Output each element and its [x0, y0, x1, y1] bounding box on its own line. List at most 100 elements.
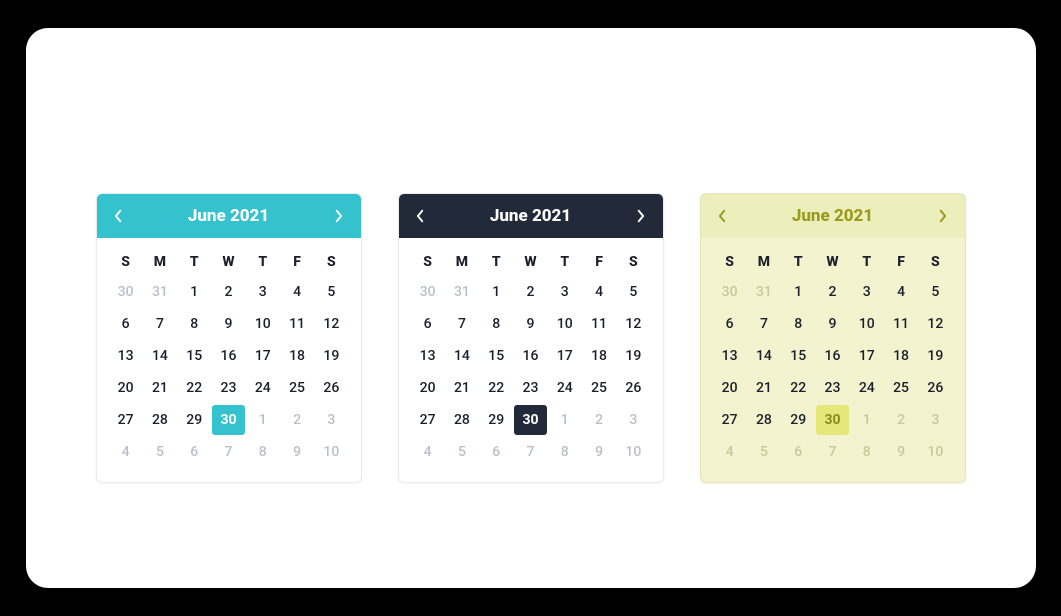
day-cell[interactable]: 1	[549, 405, 581, 435]
day-cell[interactable]: 23	[816, 373, 848, 403]
day-cell[interactable]: 16	[816, 341, 848, 371]
day-cell[interactable]: 14	[144, 341, 176, 371]
day-cell[interactable]: 10	[247, 309, 279, 339]
day-cell[interactable]: 8	[782, 309, 814, 339]
day-cell[interactable]: 25	[885, 373, 917, 403]
day-cell[interactable]: 12	[617, 309, 649, 339]
day-cell[interactable]: 6	[412, 309, 444, 339]
day-cell[interactable]: 2	[583, 405, 615, 435]
day-cell[interactable]: 21	[748, 373, 780, 403]
day-cell[interactable]: 13	[412, 341, 444, 371]
day-cell[interactable]: 17	[247, 341, 279, 371]
prev-month-button[interactable]	[715, 208, 731, 224]
day-cell[interactable]: 9	[816, 309, 848, 339]
day-cell[interactable]: 11	[885, 309, 917, 339]
day-cell[interactable]: 4	[714, 437, 746, 467]
day-cell[interactable]: 13	[714, 341, 746, 371]
day-cell[interactable]: 1	[782, 277, 814, 307]
day-cell[interactable]: 8	[549, 437, 581, 467]
day-cell[interactable]: 15	[782, 341, 814, 371]
next-month-button[interactable]	[330, 208, 346, 224]
day-cell[interactable]: 7	[446, 309, 478, 339]
day-cell[interactable]: 3	[247, 277, 279, 307]
day-cell[interactable]: 5	[446, 437, 478, 467]
day-cell[interactable]: 27	[714, 405, 746, 435]
day-cell[interactable]: 31	[748, 277, 780, 307]
day-cell[interactable]: 9	[583, 437, 615, 467]
day-cell[interactable]: 6	[480, 437, 512, 467]
day-cell[interactable]: 13	[110, 341, 142, 371]
day-cell[interactable]: 10	[549, 309, 581, 339]
day-cell[interactable]: 30	[412, 277, 444, 307]
day-cell[interactable]: 2	[885, 405, 917, 435]
day-cell[interactable]: 6	[714, 309, 746, 339]
day-cell[interactable]: 7	[144, 309, 176, 339]
day-cell[interactable]: 16	[212, 341, 244, 371]
day-cell[interactable]: 17	[549, 341, 581, 371]
day-cell[interactable]: 4	[583, 277, 615, 307]
day-cell[interactable]: 3	[617, 405, 649, 435]
day-cell[interactable]: 29	[782, 405, 814, 435]
day-cell[interactable]: 4	[412, 437, 444, 467]
day-cell[interactable]: 29	[178, 405, 210, 435]
day-cell[interactable]: 1	[178, 277, 210, 307]
day-cell[interactable]: 30	[110, 277, 142, 307]
day-cell[interactable]: 9	[281, 437, 313, 467]
day-cell[interactable]: 24	[247, 373, 279, 403]
day-cell[interactable]: 7	[816, 437, 848, 467]
day-cell[interactable]: 17	[851, 341, 883, 371]
day-cell[interactable]: 8	[247, 437, 279, 467]
day-cell[interactable]: 10	[315, 437, 347, 467]
day-cell[interactable]: 12	[919, 309, 951, 339]
day-cell[interactable]: 25	[281, 373, 313, 403]
day-cell[interactable]: 19	[315, 341, 347, 371]
day-cell[interactable]: 2	[816, 277, 848, 307]
day-cell[interactable]: 28	[748, 405, 780, 435]
next-month-button[interactable]	[934, 208, 950, 224]
day-cell[interactable]: 22	[178, 373, 210, 403]
prev-month-button[interactable]	[111, 208, 127, 224]
day-cell[interactable]: 14	[748, 341, 780, 371]
day-cell[interactable]: 2	[281, 405, 313, 435]
day-cell[interactable]: 1	[480, 277, 512, 307]
day-cell[interactable]: 20	[714, 373, 746, 403]
day-cell[interactable]: 22	[782, 373, 814, 403]
day-cell[interactable]: 4	[281, 277, 313, 307]
day-cell[interactable]: 21	[144, 373, 176, 403]
day-cell[interactable]: 23	[514, 373, 546, 403]
prev-month-button[interactable]	[413, 208, 429, 224]
day-cell[interactable]: 31	[144, 277, 176, 307]
day-cell[interactable]: 19	[919, 341, 951, 371]
day-cell[interactable]: 5	[748, 437, 780, 467]
day-cell[interactable]: 3	[919, 405, 951, 435]
day-cell[interactable]: 5	[617, 277, 649, 307]
day-cell[interactable]: 18	[281, 341, 313, 371]
day-cell[interactable]: 28	[144, 405, 176, 435]
day-cell[interactable]: 26	[315, 373, 347, 403]
day-cell[interactable]: 28	[446, 405, 478, 435]
day-cell[interactable]: 1	[247, 405, 279, 435]
day-cell[interactable]: 26	[919, 373, 951, 403]
day-cell[interactable]: 1	[851, 405, 883, 435]
day-cell-selected[interactable]: 30	[212, 405, 244, 435]
day-cell[interactable]: 6	[782, 437, 814, 467]
day-cell-selected[interactable]: 30	[514, 405, 546, 435]
day-cell[interactable]: 5	[315, 277, 347, 307]
day-cell[interactable]: 29	[480, 405, 512, 435]
day-cell[interactable]: 2	[212, 277, 244, 307]
day-cell[interactable]: 6	[110, 309, 142, 339]
day-cell[interactable]: 4	[885, 277, 917, 307]
day-cell[interactable]: 8	[480, 309, 512, 339]
day-cell[interactable]: 20	[110, 373, 142, 403]
day-cell[interactable]: 7	[514, 437, 546, 467]
day-cell[interactable]: 5	[144, 437, 176, 467]
day-cell[interactable]: 24	[851, 373, 883, 403]
day-cell[interactable]: 10	[919, 437, 951, 467]
day-cell[interactable]: 7	[212, 437, 244, 467]
day-cell-selected[interactable]: 30	[816, 405, 848, 435]
day-cell[interactable]: 3	[851, 277, 883, 307]
next-month-button[interactable]	[632, 208, 648, 224]
day-cell[interactable]: 31	[446, 277, 478, 307]
day-cell[interactable]: 12	[315, 309, 347, 339]
day-cell[interactable]: 16	[514, 341, 546, 371]
